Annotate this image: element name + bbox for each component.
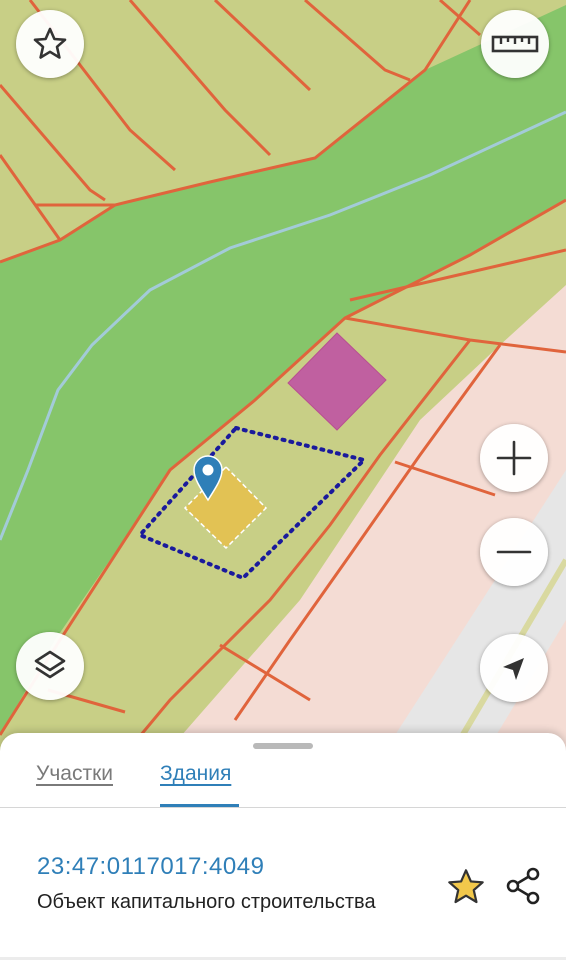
share-button[interactable] [502, 865, 544, 907]
tabs-divider [0, 807, 566, 808]
my-location-button[interactable] [480, 634, 548, 702]
star-icon [448, 869, 484, 904]
bottom-sheet[interactable]: Участки Здания 23:47:0117017:4049 Объект… [0, 733, 566, 960]
sheet-drag-handle[interactable] [253, 743, 313, 749]
star-outline-icon [33, 27, 67, 59]
share-icon [506, 867, 540, 905]
ruler-icon [491, 35, 539, 53]
tab-buildings[interactable]: Здания [160, 761, 231, 787]
layers-icon [34, 650, 66, 679]
object-type-label: Объект капитального строительства [37, 891, 376, 913]
minus-icon [496, 550, 532, 554]
tab-plots[interactable]: Участки [36, 761, 113, 787]
layers-button[interactable] [16, 632, 84, 700]
location-arrow-icon [503, 658, 524, 680]
zoom-out-button[interactable] [480, 518, 548, 586]
add-to-favorites-button[interactable] [446, 867, 486, 907]
favorite-button[interactable] [16, 10, 84, 78]
zoom-in-button[interactable] [480, 424, 548, 492]
measure-button[interactable] [481, 10, 549, 78]
cadastral-number-link[interactable]: 23:47:0117017:4049 [37, 853, 264, 881]
plus-icon [496, 440, 532, 476]
